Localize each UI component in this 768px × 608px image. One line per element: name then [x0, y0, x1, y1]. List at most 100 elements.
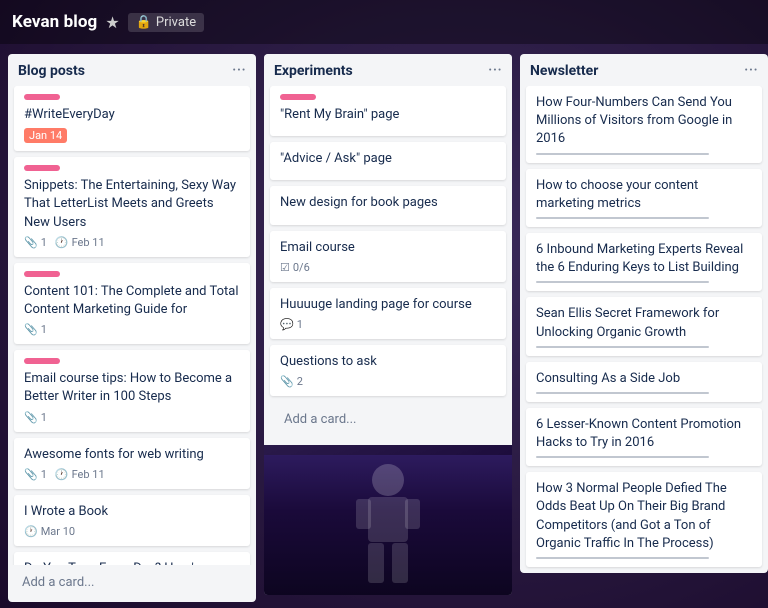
card-badges: 📎 1: [24, 323, 240, 336]
card-title: Questions to ask: [280, 353, 496, 371]
card-badges: 🕐 Mar 10: [24, 525, 240, 538]
private-label: Private: [156, 15, 196, 30]
card-email-course[interactable]: Email course ☑ 0/6: [270, 231, 506, 282]
desc-lines: [536, 392, 752, 394]
column-experiments: Experiments ··· "Rent My Brain" page "Ad…: [264, 54, 512, 595]
column-menu-experiments[interactable]: ···: [488, 62, 502, 80]
column-title-blog-posts: Blog posts: [18, 63, 85, 79]
attachment-icon: 📎: [280, 375, 294, 388]
card-title: Awesome fonts for web writing: [24, 446, 240, 464]
desc-line: [536, 153, 709, 155]
card-badges: 📎 1 🕐 Feb 11: [24, 236, 240, 249]
attachment-badge: 📎 1: [24, 236, 47, 249]
experiments-top: Experiments ··· "Rent My Brain" page "Ad…: [264, 54, 512, 445]
card-content-metrics[interactable]: How to choose your content marketing met…: [526, 169, 762, 227]
person-silhouette: [338, 455, 438, 595]
column-header-blog-posts: Blog posts ···: [8, 54, 256, 86]
comment-icon: 💬: [280, 318, 294, 331]
card-snippets[interactable]: Snippets: The Entertaining, Sexy Way Tha…: [14, 157, 250, 257]
card-title: Content 101: The Complete and Total Cont…: [24, 283, 240, 319]
card-title: Do You Type Every Day? Here're Some Fing…: [24, 560, 240, 565]
card-title: "Rent My Brain" page: [280, 106, 496, 124]
attachment-badge: 📎 2: [280, 375, 303, 388]
desc-lines: [536, 217, 752, 219]
card-write-every-day[interactable]: #WriteEveryDay Jan 14: [14, 86, 250, 151]
card-label: [24, 165, 60, 171]
desc-lines: [536, 346, 752, 348]
card-landing-page[interactable]: Huuuuge landing page for course 💬 1: [270, 288, 506, 339]
card-rent-brain[interactable]: "Rent My Brain" page: [270, 86, 506, 136]
card-title: How to choose your content marketing met…: [536, 177, 752, 213]
attachment-icon: 📎: [24, 236, 38, 249]
add-card-blog-posts[interactable]: Add a card...: [14, 569, 250, 596]
card-label: [24, 94, 60, 100]
card-lesser-known[interactable]: 6 Lesser-Known Content Promotion Hacks t…: [526, 408, 762, 466]
column-menu-newsletter[interactable]: ···: [744, 62, 758, 80]
checklist-icon: ☑: [280, 261, 290, 274]
card-content-101[interactable]: Content 101: The Complete and Total Cont…: [14, 263, 250, 344]
attachment-badge: 📎 1: [24, 411, 47, 424]
card-title: How 3 Normal People Defied The Odds Beat…: [536, 480, 752, 553]
desc-line: [536, 557, 709, 559]
card-sean-ellis[interactable]: Sean Ellis Secret Framework for Unlockin…: [526, 297, 762, 355]
date-badge: 🕐 Feb 11: [55, 468, 105, 481]
date-badge: Jan 14: [24, 128, 67, 143]
card-wrote-book[interactable]: I Wrote a Book 🕐 Mar 10: [14, 495, 250, 546]
card-email-tips[interactable]: Email course tips: How to Become a Bette…: [14, 350, 250, 431]
cards-area-blog-posts: #WriteEveryDay Jan 14 Snippets: The Ente…: [8, 86, 256, 565]
cards-area-experiments: "Rent My Brain" page "Advice / Ask" page…: [264, 86, 512, 445]
card-title: 6 Lesser-Known Content Promotion Hacks t…: [536, 416, 752, 452]
desc-line: [536, 392, 709, 394]
desc-lines: [536, 281, 752, 283]
card-title: Email course: [280, 239, 496, 257]
cards-area-newsletter: How Four-Numbers Can Send You Millions o…: [520, 86, 768, 573]
privacy-badge: 🔒 Private: [128, 13, 204, 32]
clock-icon: 🕐: [55, 468, 69, 481]
card-badges: ☑ 0/6: [280, 261, 496, 274]
column-newsletter: Newsletter ··· How Four-Numbers Can Send…: [520, 54, 768, 573]
card-title: I Wrote a Book: [24, 503, 240, 521]
card-three-people[interactable]: How 3 Normal People Defied The Odds Beat…: [526, 472, 762, 567]
star-icon[interactable]: ★: [105, 13, 119, 32]
column-title-newsletter: Newsletter: [530, 63, 598, 79]
clock-icon: 🕐: [24, 525, 38, 538]
add-card-experiments[interactable]: Add a card...: [276, 406, 500, 433]
attachment-badge: 📎 1: [24, 323, 47, 336]
card-questions[interactable]: Questions to ask 📎 2: [270, 345, 506, 396]
column-title-experiments: Experiments: [274, 63, 353, 79]
card-badges: 📎 2: [280, 375, 496, 388]
card-book-pages[interactable]: New design for book pages: [270, 186, 506, 224]
card-awesome-fonts[interactable]: Awesome fonts for web writing 📎 1 🕐 Feb …: [14, 438, 250, 489]
card-title: "Advice / Ask" page: [280, 150, 496, 168]
card-title: New design for book pages: [280, 194, 496, 212]
card-title: Huuuuge landing page for course: [280, 296, 496, 314]
card-title: 6 Inbound Marketing Experts Reveal the 6…: [536, 241, 752, 277]
desc-lines: [536, 153, 752, 155]
card-label: [280, 94, 316, 100]
desc-lines: [536, 557, 752, 559]
card-badges: 💬 1: [280, 318, 496, 331]
attachment-icon: 📎: [24, 468, 38, 481]
clock-icon: 🕐: [55, 236, 69, 249]
desc-line: [536, 346, 709, 348]
date-badge: 🕐 Feb 11: [55, 236, 105, 249]
column-blog-posts: Blog posts ··· #WriteEveryDay Jan 14 Sni…: [8, 54, 256, 602]
app-wrapper: Kevan blog ★ 🔒 Private Blog posts ··· #W…: [0, 0, 768, 608]
card-badges: Jan 14: [24, 128, 240, 143]
card-inbound-experts[interactable]: 6 Inbound Marketing Experts Reveal the 6…: [526, 233, 762, 291]
column-menu-blog-posts[interactable]: ···: [232, 62, 246, 80]
card-consulting[interactable]: Consulting As a Side Job: [526, 362, 762, 402]
card-four-numbers[interactable]: How Four-Numbers Can Send You Millions o…: [526, 86, 762, 163]
card-label: [24, 358, 60, 364]
card-title: Consulting As a Side Job: [536, 370, 752, 388]
desc-line: [536, 456, 709, 458]
lock-icon: 🔒: [136, 15, 152, 30]
card-finger-exercises[interactable]: Do You Type Every Day? Here're Some Fing…: [14, 552, 250, 565]
desc-line: [536, 281, 709, 283]
board-area: Blog posts ··· #WriteEveryDay Jan 14 Sni…: [0, 44, 768, 608]
card-title: Snippets: The Entertaining, Sexy Way Tha…: [24, 177, 240, 232]
card-badges: 📎 1 🕐 Feb 11: [24, 468, 240, 481]
card-advice-ask[interactable]: "Advice / Ask" page: [270, 142, 506, 180]
attachment-icon: 📎: [24, 323, 38, 336]
desc-line: [536, 217, 709, 219]
